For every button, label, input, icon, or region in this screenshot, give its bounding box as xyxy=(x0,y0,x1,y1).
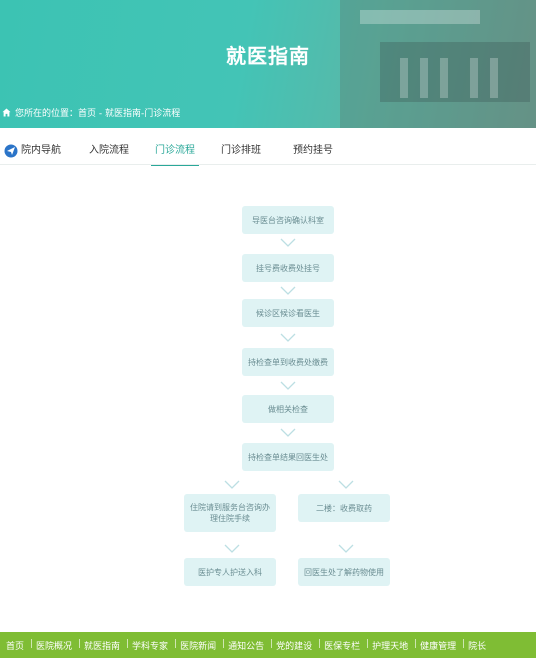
flow-step: 做相关检查 xyxy=(242,395,334,423)
outpatient-flowchart: 导医台咨询确认科室 挂号费收费处挂号 候诊区候诊看医生 持检查单到收费处缴费 做… xyxy=(0,0,536,665)
flow-step: 导医台咨询确认科室 xyxy=(242,206,334,234)
footer-link-guide[interactable]: 就医指南 xyxy=(78,639,129,652)
flow-step: 住院请到服务台咨询办理住院手续 xyxy=(184,494,276,532)
footer-link-director[interactable]: 院长 xyxy=(462,639,492,652)
footer-link-nursing[interactable]: 护理天地 xyxy=(366,639,417,652)
footer-link-notices[interactable]: 通知公告 xyxy=(222,639,273,652)
footer-link-home[interactable]: 首页 xyxy=(0,639,33,652)
flow-step: 挂号费收费处挂号 xyxy=(242,254,334,282)
chevron-down-icon xyxy=(338,480,354,489)
flow-step: 持检查单到收费处缴费 xyxy=(242,348,334,376)
chevron-down-icon xyxy=(224,480,240,489)
chevron-down-icon xyxy=(224,544,240,553)
flow-step: 二楼：收费取药 xyxy=(298,494,390,522)
flow-step: 医护专人护送入科 xyxy=(184,558,276,586)
footer-link-overview[interactable]: 医院概况 xyxy=(30,639,81,652)
flow-step: 候诊区候诊看医生 xyxy=(242,299,334,327)
footer-link-insurance[interactable]: 医保专栏 xyxy=(318,639,369,652)
footer-link-party[interactable]: 党的建设 xyxy=(270,639,321,652)
footer-link-experts[interactable]: 学科专家 xyxy=(126,639,177,652)
footer-link-health[interactable]: 健康管理 xyxy=(414,639,465,652)
footer-link-news[interactable]: 医院新闻 xyxy=(174,639,225,652)
chevron-down-icon xyxy=(280,286,296,295)
flow-step: 回医生处了解药物使用 xyxy=(298,558,390,586)
flow-step: 持检查单结果回医生处 xyxy=(242,443,334,471)
chevron-down-icon xyxy=(338,544,354,553)
chevron-down-icon xyxy=(280,381,296,390)
chevron-down-icon xyxy=(280,333,296,342)
chevron-down-icon xyxy=(280,238,296,247)
footer-nav: 首页 医院概况 就医指南 学科专家 医院新闻 通知公告 党的建设 医保专栏 护理… xyxy=(0,632,536,658)
footer-strip xyxy=(0,658,536,665)
chevron-down-icon xyxy=(280,428,296,437)
